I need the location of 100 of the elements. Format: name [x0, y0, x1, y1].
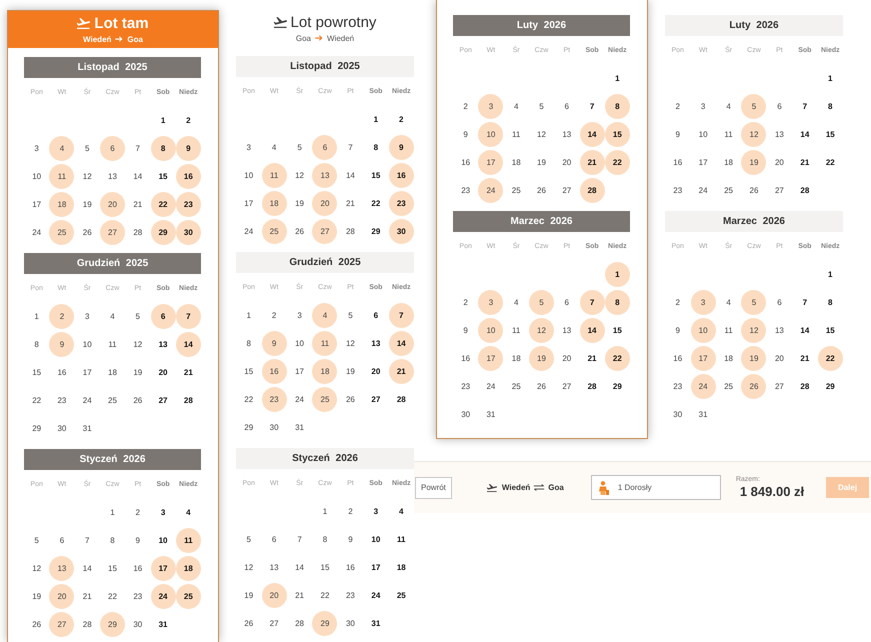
calendar-day[interactable]: 9 [49, 332, 74, 356]
calendar-day[interactable]: 12 [528, 318, 554, 342]
calendar-day[interactable]: 18 [49, 192, 74, 216]
calendar-day[interactable]: 22 [604, 346, 630, 370]
calendar-day[interactable]: 1 [604, 262, 630, 286]
calendar-day[interactable]: 18 [262, 190, 287, 216]
calendar-day[interactable]: 11 [312, 330, 338, 356]
calendar-day[interactable]: 25 [176, 584, 201, 608]
calendar-day[interactable]: 5 [741, 94, 766, 118]
calendar-day[interactable]: 9 [262, 330, 287, 356]
calendar-day[interactable]: 17 [478, 346, 504, 370]
calendar-day[interactable]: 12 [741, 122, 766, 146]
calendar-day[interactable]: 19 [741, 346, 766, 370]
calendar-day[interactable]: 11 [262, 162, 287, 188]
calendar-day[interactable]: 27 [312, 218, 338, 244]
calendar-day: 26 [24, 612, 50, 636]
back-button[interactable]: Powrót [415, 476, 452, 498]
calendar-day[interactable]: 29 [100, 612, 125, 636]
calendar-day[interactable]: 19 [741, 150, 766, 174]
calendar-day[interactable]: 14 [176, 332, 201, 356]
calendar-day: 11 [504, 318, 529, 342]
calendar-day[interactable]: 3 [478, 290, 504, 314]
calendar-day[interactable]: 20 [262, 582, 287, 608]
calendar-day[interactable]: 29 [150, 220, 176, 244]
calendar-day[interactable]: 14 [580, 318, 605, 342]
calendar-day: 14 [792, 318, 818, 342]
calendar-day[interactable]: 27 [49, 612, 74, 636]
calendar-day: 20 [766, 150, 792, 174]
calendar-day[interactable]: 9 [176, 136, 201, 160]
calendar-day[interactable]: 3 [478, 94, 504, 118]
calendar-day[interactable]: 29 [312, 610, 338, 636]
calendar-day[interactable]: 13 [312, 162, 338, 188]
calendar-day[interactable]: 17 [150, 556, 176, 580]
calendar-day[interactable]: 28 [580, 178, 605, 202]
calendar-day: 16 [453, 150, 478, 174]
calendar-day[interactable]: 23 [176, 192, 201, 216]
passenger-field[interactable]: 1 Dorosły [590, 475, 721, 500]
calendar-day: 30 [262, 414, 287, 440]
calendar-day[interactable]: 5 [528, 290, 554, 314]
calendar-day[interactable]: 19 [528, 346, 554, 370]
calendar-day: 12 [236, 554, 262, 580]
calendar-day[interactable]: 17 [690, 346, 716, 370]
calendar-day[interactable]: 16 [388, 162, 414, 188]
calendar-day: 2 [176, 108, 201, 132]
calendar-day[interactable]: 8 [604, 94, 630, 118]
calendar-day[interactable]: 14 [580, 122, 605, 146]
calendar-day[interactable]: 24 [150, 584, 176, 608]
calendar-day[interactable]: 30 [176, 220, 201, 244]
calendar-day[interactable]: 14 [388, 330, 414, 356]
calendar-day[interactable]: 13 [49, 556, 74, 580]
calendar-day[interactable]: 8 [150, 136, 176, 160]
calendar-day[interactable]: 6 [100, 136, 125, 160]
calendar-day[interactable]: 4 [312, 302, 338, 328]
month-header: Styczeń 2026 [24, 449, 201, 470]
calendar-day[interactable]: 12 [741, 318, 766, 342]
calendar-day[interactable]: 4 [49, 136, 74, 160]
calendar-day[interactable]: 6 [312, 134, 338, 160]
calendar-day[interactable]: 21 [580, 150, 605, 174]
calendar-day[interactable]: 7 [176, 304, 201, 328]
calendar-day[interactable]: 16 [262, 358, 287, 384]
calendar-day[interactable]: 9 [388, 134, 414, 160]
calendar-day[interactable]: 25 [312, 386, 338, 412]
calendar-day[interactable]: 27 [100, 220, 125, 244]
calendar-day: 18 [716, 150, 742, 174]
calendar-day[interactable]: 20 [100, 192, 125, 216]
calendar-day[interactable]: 22 [818, 346, 843, 370]
calendar-day[interactable]: 11 [49, 164, 74, 188]
calendar-day[interactable]: 10 [690, 318, 716, 342]
calendar-day[interactable]: 23 [262, 386, 287, 412]
calendar-day[interactable]: 23 [388, 190, 414, 216]
calendar-day[interactable]: 7 [388, 302, 414, 328]
calendar-day[interactable]: 6 [150, 304, 176, 328]
calendar-day: 14 [287, 554, 312, 580]
calendar-day[interactable]: 18 [176, 556, 201, 580]
calendar-day[interactable]: 24 [690, 374, 716, 398]
calendar-day[interactable]: 15 [604, 122, 630, 146]
calendar-day[interactable]: 7 [580, 290, 605, 314]
calendar-day[interactable]: 10 [478, 318, 504, 342]
calendar-day[interactable]: 11 [176, 528, 201, 552]
calendar-day[interactable]: 25 [49, 220, 74, 244]
calendar-day: 8 [24, 332, 50, 356]
calendar-day[interactable]: 21 [388, 358, 414, 384]
calendar-day[interactable]: 17 [478, 150, 504, 174]
calendar-day: 12 [287, 162, 312, 188]
calendar-day[interactable]: 2 [49, 304, 74, 328]
calendar-day[interactable]: 22 [604, 150, 630, 174]
calendar-day[interactable]: 8 [604, 290, 630, 314]
calendar-day[interactable]: 20 [312, 190, 338, 216]
calendar-day[interactable]: 16 [176, 164, 201, 188]
calendar-day[interactable]: 26 [741, 374, 766, 398]
calendar-day[interactable]: 24 [478, 178, 504, 202]
calendar-day[interactable]: 20 [49, 584, 74, 608]
calendar-day[interactable]: 30 [388, 218, 414, 244]
calendar-day[interactable]: 18 [312, 358, 338, 384]
calendar-day[interactable]: 22 [150, 192, 176, 216]
calendar-day[interactable]: 10 [478, 122, 504, 146]
calendar-day: 30 [49, 416, 74, 440]
calendar-day[interactable]: 5 [741, 290, 766, 314]
calendar-day[interactable]: 3 [690, 290, 716, 314]
calendar-day[interactable]: 25 [262, 218, 287, 244]
